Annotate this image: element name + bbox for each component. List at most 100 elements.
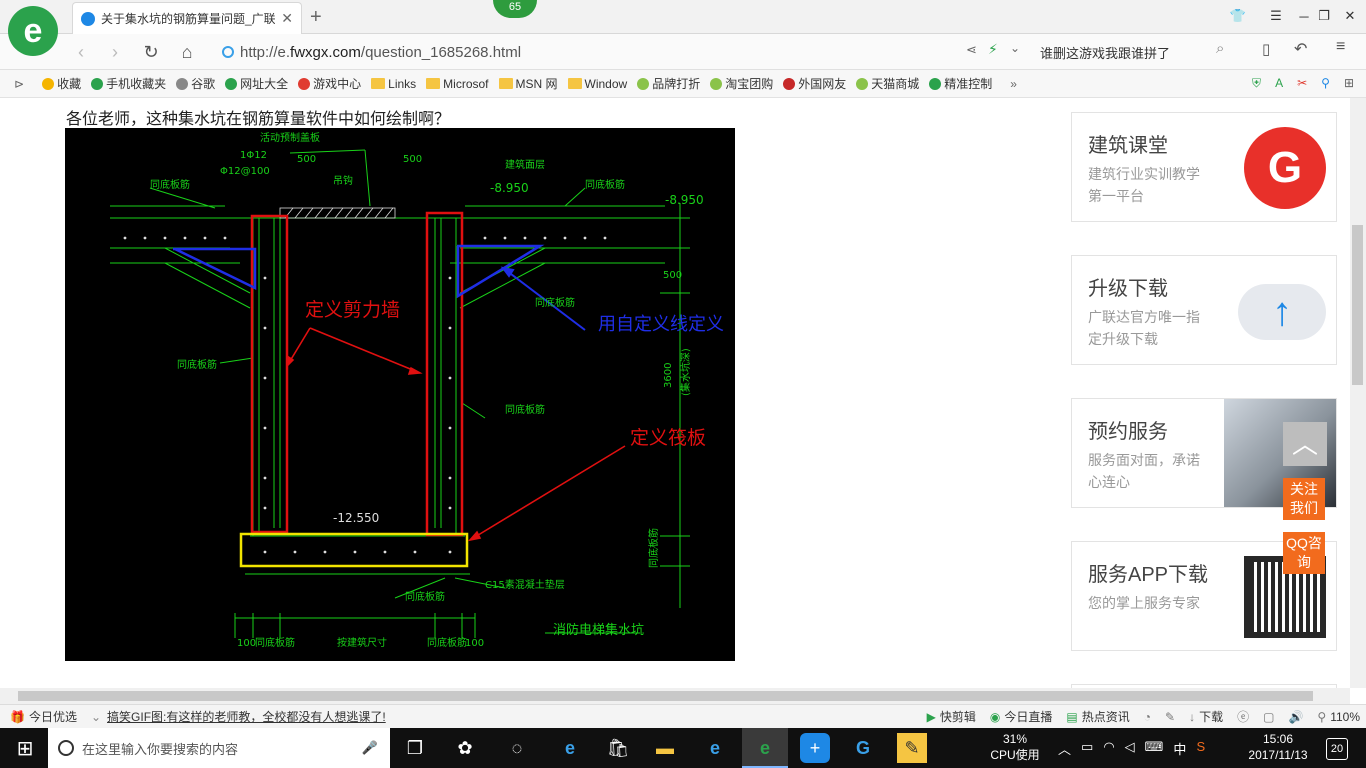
- menu-icon[interactable]: ☰: [1264, 6, 1288, 26]
- url-field[interactable]: http://e.fwxgx.com/question_1685268.html: [222, 41, 942, 63]
- bookmark-item[interactable]: Links: [371, 77, 416, 91]
- cpu-meter[interactable]: 31% CPU使用: [990, 731, 1040, 763]
- tray-icons[interactable]: ︿ ▭ ◠ ◁ ⌨ 中 S: [1058, 739, 1205, 758]
- back-to-top-icon[interactable]: ︿: [1283, 422, 1327, 466]
- chevron-down-icon[interactable]: ⌄: [1010, 41, 1020, 55]
- bookmark-item[interactable]: 游戏中心: [298, 75, 361, 92]
- bookmark-item[interactable]: 谷歌: [176, 75, 215, 92]
- shield-icon[interactable]: ⛨: [1252, 76, 1261, 91]
- ime-indicator[interactable]: 中: [1173, 739, 1186, 758]
- bookmark-item[interactable]: 手机收藏夹: [91, 75, 166, 92]
- ie-icon[interactable]: e: [700, 733, 730, 763]
- live-button[interactable]: ◉ 今日直播: [990, 708, 1053, 725]
- bookmark-item[interactable]: 品牌打折: [637, 75, 700, 92]
- keyboard-icon[interactable]: ⌨: [1145, 739, 1164, 758]
- hatch-pattern: [279, 207, 396, 219]
- daily-pick-button[interactable]: 🎁 今日优选: [10, 708, 77, 725]
- tools-icon[interactable]: ✎: [1165, 710, 1175, 724]
- search-circle-icon: [58, 740, 74, 756]
- windows-start-icon[interactable]: ⊞: [10, 733, 40, 763]
- vertical-scrollbar[interactable]: [1350, 98, 1366, 688]
- store-icon[interactable]: 🛍: [603, 733, 633, 763]
- bookmark-item[interactable]: Microsof: [426, 77, 489, 91]
- apps-grid-icon[interactable]: ⊞: [1344, 76, 1354, 91]
- home-icon[interactable]: ⌂: [174, 40, 200, 64]
- search-input[interactable]: 谁删这游戏我跟谁拼了: [1040, 41, 1240, 63]
- sogou-icon[interactable]: S: [1196, 739, 1205, 758]
- browser-logo-icon[interactable]: e: [8, 6, 58, 56]
- horizontal-scroll-thumb[interactable]: [18, 691, 1313, 701]
- wifi-icon[interactable]: ◠: [1103, 739, 1114, 758]
- scissors-icon[interactable]: ✂: [1297, 76, 1307, 91]
- task-view-icon[interactable]: ❐: [400, 733, 430, 763]
- plus-app-icon[interactable]: +: [800, 733, 830, 763]
- download-button[interactable]: ↓ 下载: [1189, 708, 1223, 725]
- ie-mode-icon[interactable]: ⓔ: [1237, 708, 1249, 725]
- search-icon[interactable]: ⌕: [1216, 40, 1224, 57]
- bookmark-item[interactable]: MSN 网: [498, 75, 558, 92]
- bookmark-item[interactable]: Window: [567, 76, 628, 91]
- battery-icon[interactable]: ▭: [1081, 739, 1093, 758]
- tray-chevron-icon[interactable]: ︿: [1058, 739, 1071, 758]
- sidebar-toggle-icon[interactable]: ⊳: [14, 77, 24, 91]
- edge-icon[interactable]: e: [555, 733, 585, 763]
- speed-icon[interactable]: ◔: [1144, 710, 1151, 724]
- quick-edit-button[interactable]: ▶ 快剪辑: [927, 708, 976, 725]
- taskbar-search[interactable]: 在这里输入你要搜索的内容 🎤: [48, 728, 390, 768]
- question-text: 各位老师，这种集水坑在钢筋算量软件中如何绘制啊？: [66, 111, 451, 128]
- share-icon[interactable]: ⋖: [966, 42, 977, 58]
- microphone-icon[interactable]: 🎤: [362, 740, 378, 756]
- sound-icon[interactable]: 🔊: [1288, 710, 1303, 724]
- card-building-class[interactable]: 建筑课堂 建筑行业实训教学第一平台 G: [1071, 112, 1337, 222]
- gld-taskbar-icon[interactable]: G: [848, 733, 878, 763]
- bookmark-item[interactable]: 外国网友: [783, 75, 846, 92]
- new-tab-button[interactable]: +: [310, 6, 322, 29]
- pinwheel-app-icon[interactable]: ✿: [450, 733, 480, 763]
- qq-consult-button[interactable]: QQ咨询: [1283, 532, 1325, 574]
- headline-link[interactable]: 搞笑GIF图:有这样的老师教，全校都没有人想逃课了!: [107, 708, 386, 725]
- bookmark-item[interactable]: 天猫商城: [856, 75, 919, 92]
- bookmark-label: Window: [584, 76, 628, 91]
- system-clock[interactable]: 15:06 2017/11/13: [1240, 731, 1316, 763]
- file-explorer-icon[interactable]: ▬: [650, 733, 680, 763]
- more-bookmarks-icon[interactable]: »: [1010, 77, 1017, 91]
- bookmark-item[interactable]: 网址大全: [225, 75, 288, 92]
- bookmark-item[interactable]: 精准控制: [929, 75, 992, 92]
- cad-drawing-image[interactable]: 活动预制盖板 建筑面层 -8.950 -8.950 -12.550 500 50…: [65, 128, 735, 661]
- bookmark-item[interactable]: 收藏: [42, 75, 81, 92]
- restore-icon[interactable]: ❐: [1312, 6, 1336, 26]
- zoom-level: 110%: [1330, 709, 1360, 724]
- 360-browser-icon[interactable]: e: [750, 733, 780, 763]
- undo-icon[interactable]: ↶: [1294, 39, 1307, 59]
- back-icon[interactable]: ‹: [68, 40, 94, 64]
- follow-us-button[interactable]: 关注我们: [1283, 478, 1325, 520]
- magnifier-icon[interactable]: ⚲: [1321, 76, 1330, 91]
- translate-icon[interactable]: A: [1275, 76, 1283, 91]
- shirt-icon[interactable]: 👕: [1226, 6, 1250, 26]
- more-menu-icon[interactable]: ≡: [1336, 38, 1345, 56]
- browser-tab[interactable]: 关于集水坑的钢筋算量问题_广联 ✕: [72, 2, 302, 34]
- chevron-down-icon[interactable]: ⌄: [91, 710, 101, 724]
- window-icon[interactable]: ▢: [1263, 710, 1274, 724]
- annotation-custom-line: 用自定义线定义: [598, 314, 724, 335]
- bookmark-label: 手机收藏夹: [106, 77, 167, 91]
- news-button[interactable]: ▤ 热点资讯: [1066, 708, 1129, 725]
- label-bar-spec1: 1Φ12: [240, 150, 267, 161]
- notes-app-icon[interactable]: ✎: [897, 733, 927, 763]
- phone-icon[interactable]: ▯: [1262, 40, 1270, 58]
- forward-icon[interactable]: ›: [102, 40, 128, 64]
- close-window-icon[interactable]: ✕: [1338, 6, 1362, 26]
- volume-icon[interactable]: ◁: [1125, 739, 1135, 758]
- card-upgrade-download[interactable]: 升级下载 广联达官方唯一指定升级下载 ↑: [1071, 255, 1337, 365]
- tab-close-icon[interactable]: ✕: [281, 10, 293, 27]
- zoom-button[interactable]: ⚲ 110%: [1317, 710, 1360, 724]
- notification-center-icon[interactable]: 20: [1326, 738, 1348, 760]
- bookmark-label: 收藏: [57, 77, 82, 91]
- label-rebar-right: 同底板筋: [427, 636, 467, 649]
- card-title: 升级下载: [1088, 278, 1168, 300]
- lightning-icon[interactable]: ⚡: [988, 41, 998, 58]
- vertical-scroll-thumb[interactable]: [1352, 225, 1363, 385]
- refresh-icon[interactable]: ↻: [138, 40, 164, 64]
- cortana-app-icon[interactable]: ◌: [502, 733, 532, 763]
- bookmark-item[interactable]: 淘宝团购: [710, 75, 773, 92]
